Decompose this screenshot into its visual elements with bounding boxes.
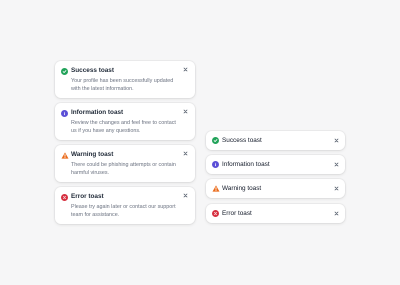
toast-description: Review the changes and feel free to cont… (71, 119, 176, 134)
close-icon[interactable] (333, 211, 339, 217)
warning-triangle-icon (61, 152, 69, 159)
toast-title: Error toast (222, 209, 252, 217)
information-toast-compact: Information toast (206, 155, 345, 174)
check-circle-icon (212, 137, 219, 144)
error-toast: Error toast Please try again later or co… (55, 187, 195, 224)
info-circle-icon (61, 110, 68, 117)
toast-description: Your profile has been successfully updat… (71, 77, 174, 92)
toast-title: Warning toast (222, 184, 262, 192)
close-icon[interactable] (333, 138, 339, 144)
close-icon[interactable] (182, 66, 188, 72)
toast-title: Information toast (222, 160, 270, 168)
close-icon[interactable] (182, 192, 188, 198)
success-toast: Success toast Your profile has been succ… (55, 61, 195, 98)
close-icon[interactable] (182, 150, 188, 156)
warning-toast: Warning toast There could be phishing at… (55, 145, 195, 182)
check-circle-icon (61, 68, 68, 75)
warning-triangle-icon (212, 185, 220, 192)
info-circle-icon (212, 161, 219, 168)
toast-title: Success toast (222, 136, 262, 144)
warning-toast-compact: Warning toast (206, 179, 345, 198)
toast-title: Success toast (71, 67, 114, 74)
error-toast-compact: Error toast (206, 204, 345, 223)
toast-description: There could be phishing attempts or cont… (71, 161, 176, 176)
close-icon[interactable] (333, 162, 339, 168)
success-toast-compact: Success toast (206, 131, 345, 150)
close-icon[interactable] (182, 108, 188, 114)
toast-description: Please try again later or contact our su… (71, 203, 176, 218)
toast-title: Error toast (71, 193, 104, 200)
information-toast: Information toast Review the changes and… (55, 103, 195, 140)
toast-title: Warning toast (71, 151, 114, 158)
close-icon[interactable] (333, 186, 339, 192)
error-circle-icon (212, 210, 219, 217)
error-circle-icon (61, 194, 68, 201)
toast-title: Information toast (71, 109, 124, 116)
